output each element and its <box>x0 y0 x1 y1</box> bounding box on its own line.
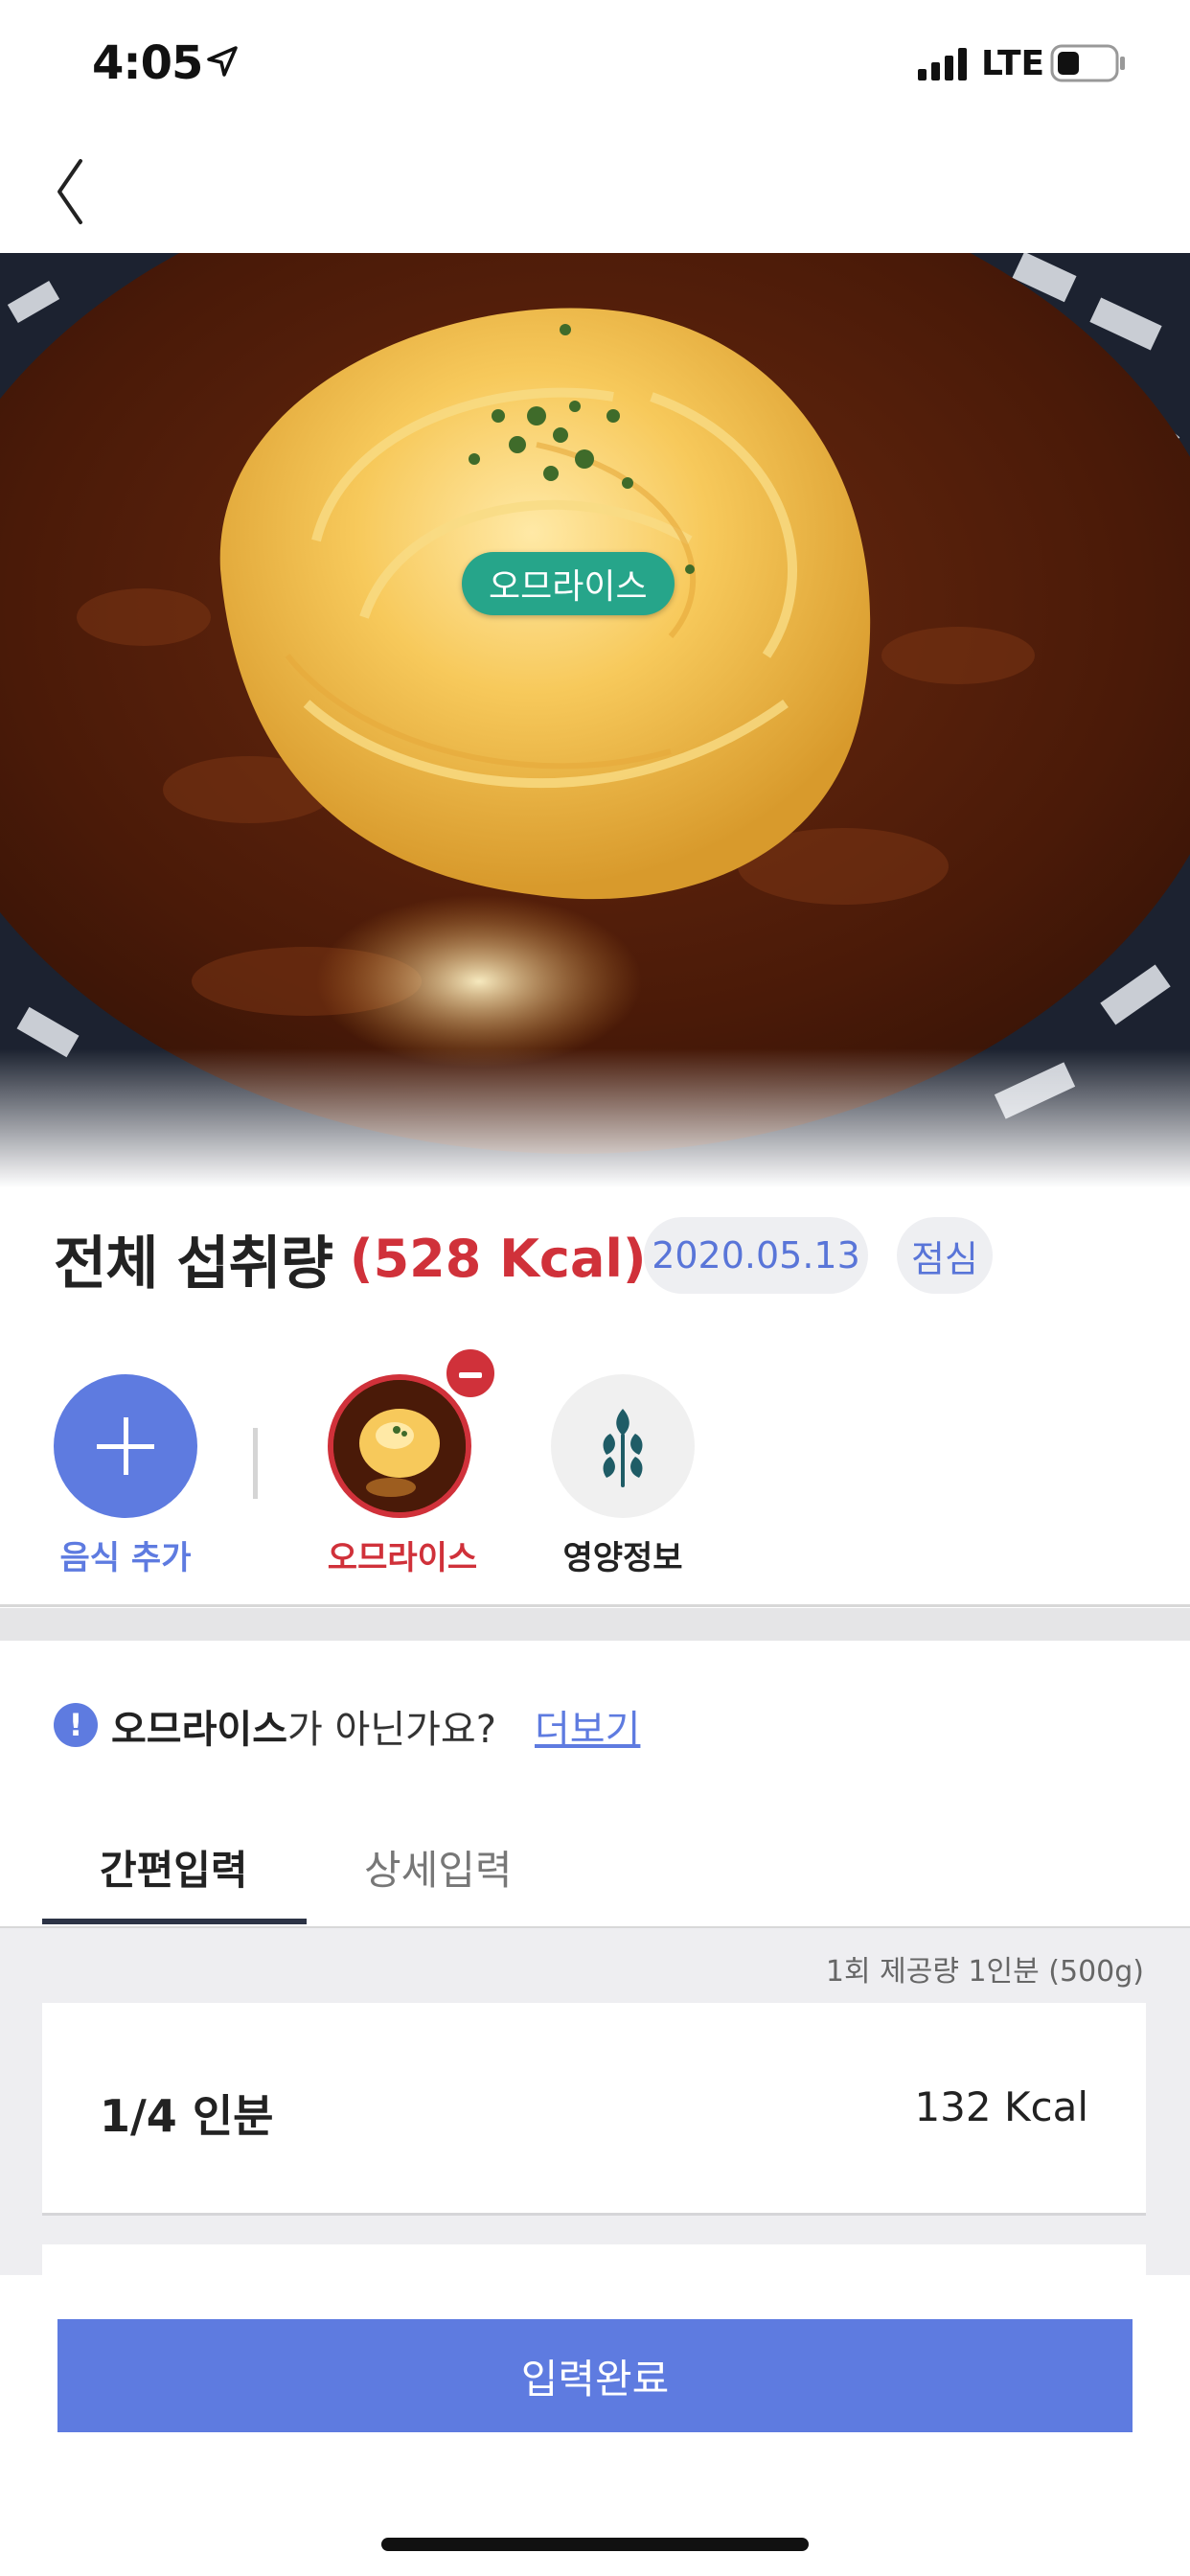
meal-pill[interactable]: 점심 <box>897 1217 993 1294</box>
food-tag[interactable]: 오므라이스 <box>462 552 675 615</box>
remove-food-button[interactable] <box>443 1346 498 1401</box>
chevron-left-icon[interactable] <box>52 153 90 230</box>
location-arrow-icon <box>207 46 238 77</box>
food-chip-omurice[interactable] <box>328 1374 471 1518</box>
omurice-photo <box>0 253 1190 1187</box>
wheat-icon <box>603 1409 643 1487</box>
add-food-label[interactable]: 음식 추가 <box>44 1531 207 1578</box>
portion-option[interactable]: 1/4 인분 132 Kcal <box>42 2003 1146 2216</box>
total-kcal: (528 Kcal) <box>349 1229 647 1289</box>
omurice-thumbnail <box>333 1380 466 1512</box>
chip-divider <box>253 1428 258 1499</box>
network-type: LTE <box>981 44 1045 83</box>
total-intake-title: 전체 섭취량 <box>54 1230 333 1298</box>
serving-info: 1회 제공량 1인분 (500g) <box>825 1955 1144 1989</box>
meal-entry-screen: 4:05 LTE 오므라이스 전체 섭취량 (528 Kcal) 2020.05… <box>0 0 1190 2576</box>
home-indicator[interactable] <box>381 2538 809 2551</box>
photo-fade <box>0 1048 1190 1187</box>
section-divider <box>0 1604 1190 1607</box>
status-time: 4:05 <box>92 36 203 90</box>
status-bar: 4:05 LTE <box>0 0 1190 126</box>
add-food-button[interactable] <box>54 1374 197 1518</box>
complete-button[interactable]: 입력완료 <box>57 2319 1133 2432</box>
portion-label: 1/4 인분 <box>100 2090 274 2142</box>
signal-icon <box>918 48 967 80</box>
portion-kcal: 132 Kcal <box>914 2083 1088 2130</box>
more-link[interactable]: 더보기 <box>535 1698 640 1754</box>
food-chip-label[interactable]: 오므라이스 <box>307 1531 498 1578</box>
battery-icon <box>1050 44 1125 82</box>
tab-quick-input[interactable]: 간편입력 <box>100 1838 248 1897</box>
wrong-food-question: 오므라이스가 아닌가요? <box>111 1708 496 1752</box>
tab-detail-input[interactable]: 상세입력 <box>364 1838 513 1897</box>
intake-summary: 전체 섭취량 (528 Kcal) <box>54 1217 647 1300</box>
section-gap <box>0 1608 1190 1641</box>
minus-icon <box>459 1372 482 1378</box>
nutrition-info-label[interactable]: 영양정보 <box>537 1531 709 1578</box>
exclamation-icon: ! <box>54 1703 98 1747</box>
date-pill[interactable]: 2020.05.13 <box>644 1217 868 1294</box>
active-tab-indicator <box>42 1919 307 1924</box>
food-photo: 오므라이스 <box>0 253 1190 1187</box>
nutrition-info-button[interactable] <box>551 1374 695 1518</box>
